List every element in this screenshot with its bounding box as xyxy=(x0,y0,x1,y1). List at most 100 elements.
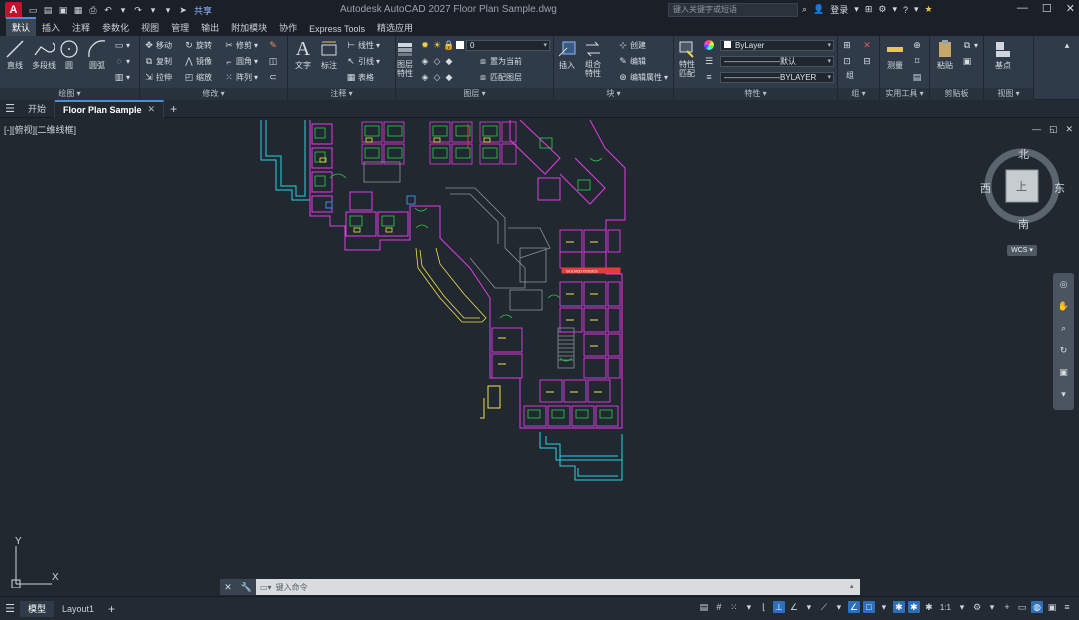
group-select-tool[interactable]: ⊟ xyxy=(862,56,872,66)
infer-constraints-icon[interactable]: ⌊ xyxy=(758,601,770,613)
layer-lock-icon[interactable]: ◇ xyxy=(432,72,442,82)
annotation-visibility-icon[interactable]: ✱ xyxy=(892,601,905,613)
object-snap-tracking-icon[interactable]: ∠ xyxy=(847,601,860,613)
ribbon-collapse-icon[interactable]: ▴ xyxy=(1062,40,1072,50)
search-input[interactable]: 键入关键字或短语 xyxy=(668,3,798,17)
tab-output[interactable]: 输出 xyxy=(195,19,225,36)
offset-tool[interactable]: ⊂ xyxy=(268,72,278,82)
table-tool[interactable]: ▦ 表格 xyxy=(346,72,374,83)
tab-parametric[interactable]: 参数化 xyxy=(96,19,135,36)
match-properties-tool[interactable]: 特性 匹配 xyxy=(676,38,698,78)
compass-north[interactable]: 北 xyxy=(1018,146,1029,162)
annotation-panel-label[interactable]: 注释 ▾ xyxy=(288,88,395,100)
ortho-mode-icon[interactable]: ⊥ xyxy=(772,601,785,613)
tab-insert[interactable]: 插入 xyxy=(36,19,66,36)
layer-walk-icon[interactable]: ◈ xyxy=(420,72,430,82)
clipboard-panel-label[interactable]: 剪贴板 xyxy=(930,88,983,100)
edit-block-tool[interactable]: ✎ 编辑 xyxy=(618,56,646,67)
steering-wheel-icon[interactable]: ◎ xyxy=(1053,273,1074,295)
customize-status-icon[interactable]: ≡ xyxy=(1061,601,1073,613)
wcs-menu[interactable]: WCS ▾ xyxy=(1007,245,1037,256)
quick-select-tool[interactable]: ⊕ xyxy=(912,40,922,50)
scale-tool[interactable]: ◰ 缩放 xyxy=(184,72,212,83)
lightbulb-icon[interactable]: ✹ xyxy=(420,40,430,50)
redo-dropdown-icon[interactable]: ▾ xyxy=(147,4,159,16)
command-close-icon[interactable]: ✕ xyxy=(224,582,232,593)
start-tab[interactable]: 开始 xyxy=(20,99,56,118)
base-view-tool[interactable]: 基点 xyxy=(992,38,1014,71)
clean-screen-icon[interactable]: ▣ xyxy=(1046,601,1058,613)
print-icon[interactable]: ⎙ xyxy=(87,4,99,16)
rectangle-tool[interactable]: ▭ ▾ xyxy=(114,40,130,50)
properties-panel-label[interactable]: 特性 ▾ xyxy=(674,88,837,100)
new-layout-icon[interactable]: + xyxy=(108,602,115,616)
new-file-icon[interactable]: ▭ xyxy=(27,4,39,16)
isodraft-icon[interactable]: ⟋ xyxy=(818,601,830,613)
text-tool[interactable]: A 文字 xyxy=(292,38,314,71)
minimize-icon[interactable]: — xyxy=(1017,2,1028,15)
sign-in-dropdown-icon[interactable]: ▾ xyxy=(854,4,859,15)
compass-south[interactable]: 南 xyxy=(1018,216,1029,232)
tab-manage[interactable]: 管理 xyxy=(165,19,195,36)
osnap-dropdown-icon[interactable]: ▾ xyxy=(878,601,890,613)
cut-clip-tool[interactable]: ▣ xyxy=(962,56,972,66)
tab-default[interactable]: 默认 xyxy=(6,17,37,36)
paste-tool[interactable]: 粘贴 xyxy=(934,38,956,71)
color-wheel-icon[interactable] xyxy=(704,40,714,50)
close-tab-icon[interactable]: ✕ xyxy=(148,104,156,115)
snap-mode-icon[interactable]: ⁙ xyxy=(728,601,740,613)
tab-annotate[interactable]: 注释 xyxy=(66,19,96,36)
help-icon[interactable]: ? xyxy=(903,5,908,15)
color-dropdown[interactable]: ByLayer xyxy=(720,40,834,51)
modify-panel-label[interactable]: 修改 ▾ xyxy=(140,88,287,100)
linetype-dropdown[interactable]: ———————默认 xyxy=(720,56,834,67)
array-tool[interactable]: ⁙ 阵列 ▾ xyxy=(224,72,258,83)
select-all-tool[interactable]: ⌑ xyxy=(912,56,922,66)
snap-dropdown-icon[interactable]: ▾ xyxy=(743,601,755,613)
undo-icon[interactable]: ↶ xyxy=(102,4,114,16)
dimension-tool[interactable]: 标注 xyxy=(318,38,340,71)
showmotion-icon[interactable]: ▣ xyxy=(1053,361,1074,383)
make-current-tool[interactable]: ⧈ 置为当前 xyxy=(478,56,522,67)
move-tool[interactable]: ✥ 移动 xyxy=(144,40,172,51)
grid-display-icon[interactable]: # xyxy=(713,601,725,613)
layer-freeze-icon[interactable]: ◆ xyxy=(444,56,454,66)
layout1-tab[interactable]: Layout1 xyxy=(54,601,102,617)
hardware-acceleration-icon[interactable]: ▭ xyxy=(1016,601,1028,613)
compass-west[interactable]: 西 xyxy=(980,180,991,196)
layer-isolate-icon[interactable]: ◈ xyxy=(420,56,430,66)
rotate-tool[interactable]: ↻ 旋转 xyxy=(184,40,212,51)
trim-tool[interactable]: ✂ 修剪 ▾ xyxy=(224,40,258,51)
copy-clip-tool[interactable]: ⧉ ▾ xyxy=(962,40,978,50)
linear-tool[interactable]: ⊢ 线性 ▾ xyxy=(346,40,380,51)
customize-qat-icon[interactable]: ▾ xyxy=(162,4,174,16)
help-dropdown-icon[interactable]: ▾ xyxy=(914,4,919,15)
insert-block-tool[interactable]: 插入 xyxy=(556,38,578,71)
tab-express-tools[interactable]: Express Tools xyxy=(303,22,371,36)
user-icon[interactable]: 👤 xyxy=(813,4,824,15)
block-panel-label[interactable]: 块 ▾ xyxy=(554,88,673,100)
circle-tool[interactable]: 圆 xyxy=(58,38,80,71)
model-space-icon[interactable]: ▤ xyxy=(698,601,710,613)
group-edit-tool[interactable]: ⊡ xyxy=(842,56,852,66)
layer-off-icon[interactable]: ◇ xyxy=(432,56,442,66)
hamburger-menu-icon[interactable]: ☰ xyxy=(0,102,20,115)
lock-icon[interactable]: 🔒 xyxy=(443,40,454,50)
group-label-tool[interactable]: 组 xyxy=(846,70,854,81)
create-block-tool[interactable]: ⊹ 创建 xyxy=(618,40,646,51)
command-customize-icon[interactable]: 🔧 xyxy=(240,582,251,593)
mirror-tool[interactable]: ⋀ 镜像 xyxy=(184,56,212,67)
auto-scale-icon[interactable]: ✱ xyxy=(907,601,920,613)
save-as-icon[interactable]: ▦ xyxy=(72,4,84,16)
tab-view[interactable]: 视图 xyxy=(135,19,165,36)
cube-top-face[interactable]: 上 xyxy=(1016,178,1027,194)
combine-properties-tool[interactable]: 组合 特性 xyxy=(582,38,604,78)
layout-menu-icon[interactable]: ☰ xyxy=(0,602,20,615)
tab-featured-apps[interactable]: 精选应用 xyxy=(371,19,419,36)
view-panel-label[interactable]: 视图 ▾ xyxy=(984,88,1033,100)
line-tool[interactable]: 直线 xyxy=(4,38,26,71)
groups-panel-label[interactable]: 组 ▾ xyxy=(838,88,879,100)
draw-panel-label[interactable]: 绘图 ▾ xyxy=(0,88,139,100)
app-logo[interactable]: A xyxy=(5,1,22,19)
polyline-tool[interactable]: 多段线 xyxy=(32,38,56,71)
